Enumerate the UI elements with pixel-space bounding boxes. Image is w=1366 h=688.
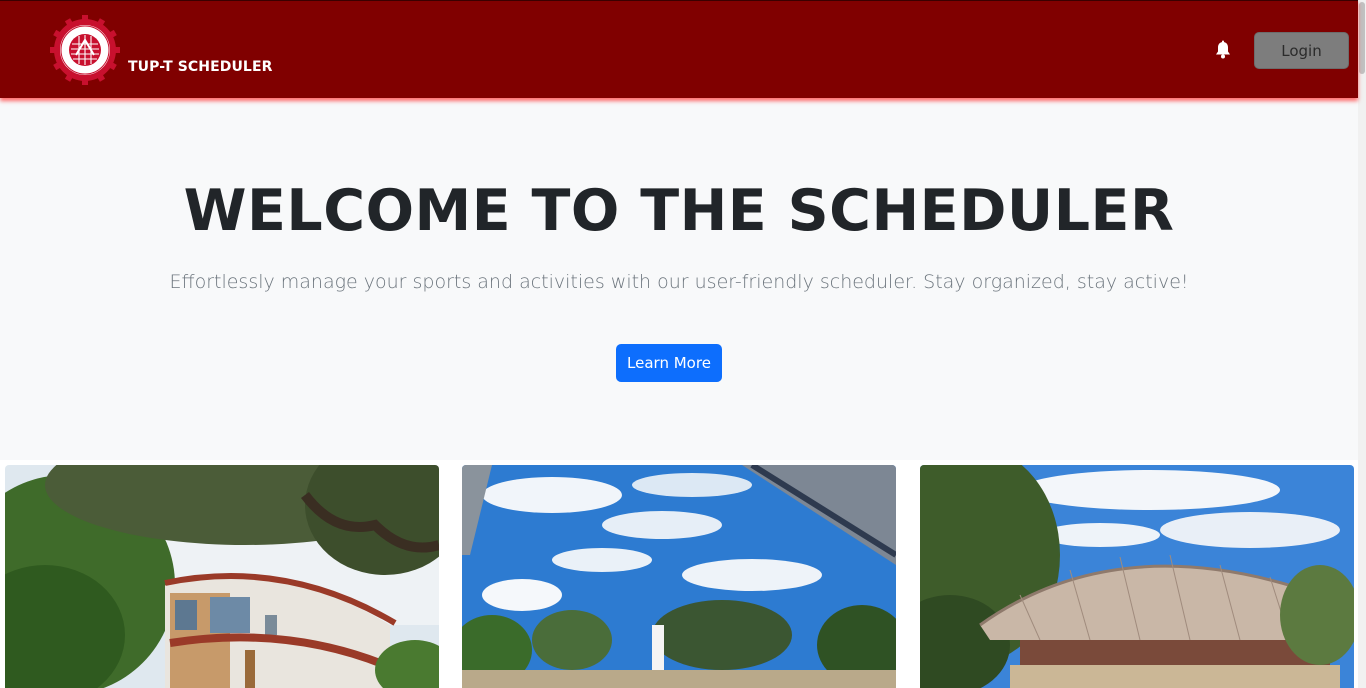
brand-title[interactable]: TUP-T SCHEDULER [128, 59, 273, 75]
campus-building-photo[interactable] [5, 465, 439, 688]
campus-plaza-sky-photo[interactable] [462, 465, 896, 688]
top-navbar: TUP-T SCHEDULER Login [0, 0, 1358, 98]
hero-subtitle: Effortlessly manage your sports and acti… [169, 271, 1189, 293]
login-button[interactable]: Login [1254, 32, 1349, 69]
bell-icon[interactable] [1213, 40, 1233, 60]
scrollbar-thumb[interactable] [1359, 2, 1365, 74]
hero-title: WELCOME TO THE SCHEDULER [183, 178, 1175, 244]
page-scrollbar[interactable] [1358, 0, 1366, 688]
hero-section: WELCOME TO THE SCHEDULER Effortlessly ma… [0, 100, 1358, 460]
university-seal-logo[interactable] [50, 15, 120, 85]
learn-more-button[interactable]: Learn More [616, 344, 722, 382]
covered-court-photo[interactable] [920, 465, 1354, 688]
